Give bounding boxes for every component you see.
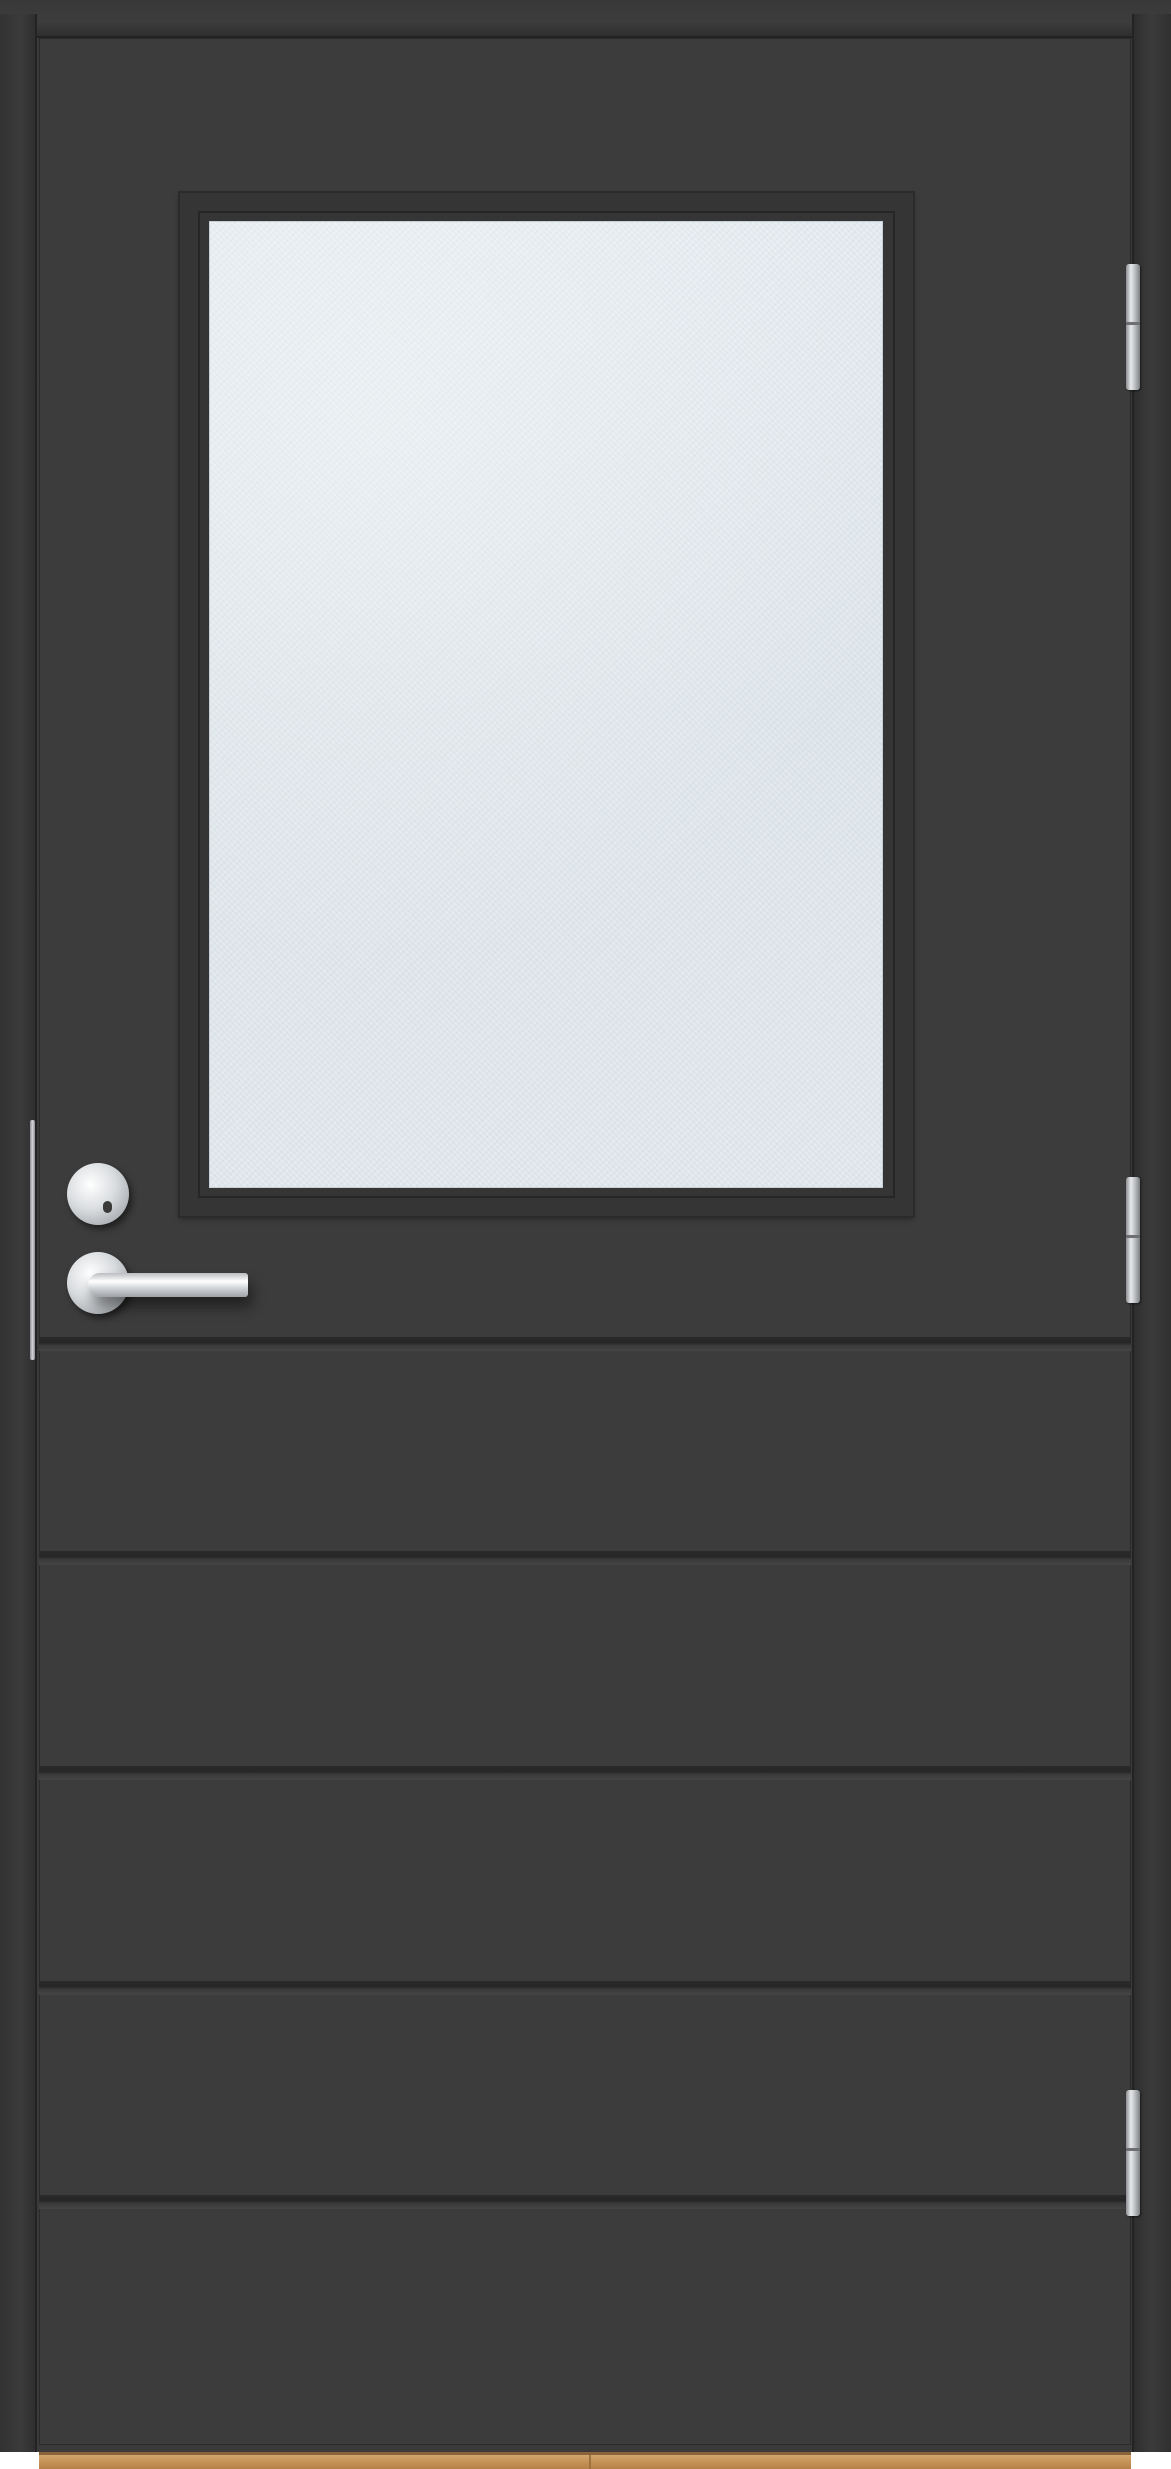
wooden-threshold: [39, 2452, 1131, 2469]
panel-groove: [39, 1337, 1131, 1351]
frosted-glass-pane: [209, 221, 883, 1188]
hinge-icon: [1126, 1177, 1140, 1303]
sill-edge-left: [0, 2452, 39, 2469]
hinge-icon: [1126, 2090, 1140, 2216]
hinge-icon: [1126, 264, 1140, 390]
keyhole-icon: [103, 1201, 112, 1213]
frame-head: [0, 0, 1171, 38]
panel-groove: [39, 1981, 1131, 1995]
lock-cylinder[interactable]: [67, 1163, 129, 1225]
panel-groove: [39, 1766, 1131, 1780]
panel-groove: [39, 1551, 1131, 1565]
door-handle[interactable]: [88, 1273, 248, 1297]
sill-edge-right: [1131, 2452, 1171, 2469]
strike-plate: [30, 1120, 35, 1360]
panel-groove: [39, 2195, 1131, 2209]
